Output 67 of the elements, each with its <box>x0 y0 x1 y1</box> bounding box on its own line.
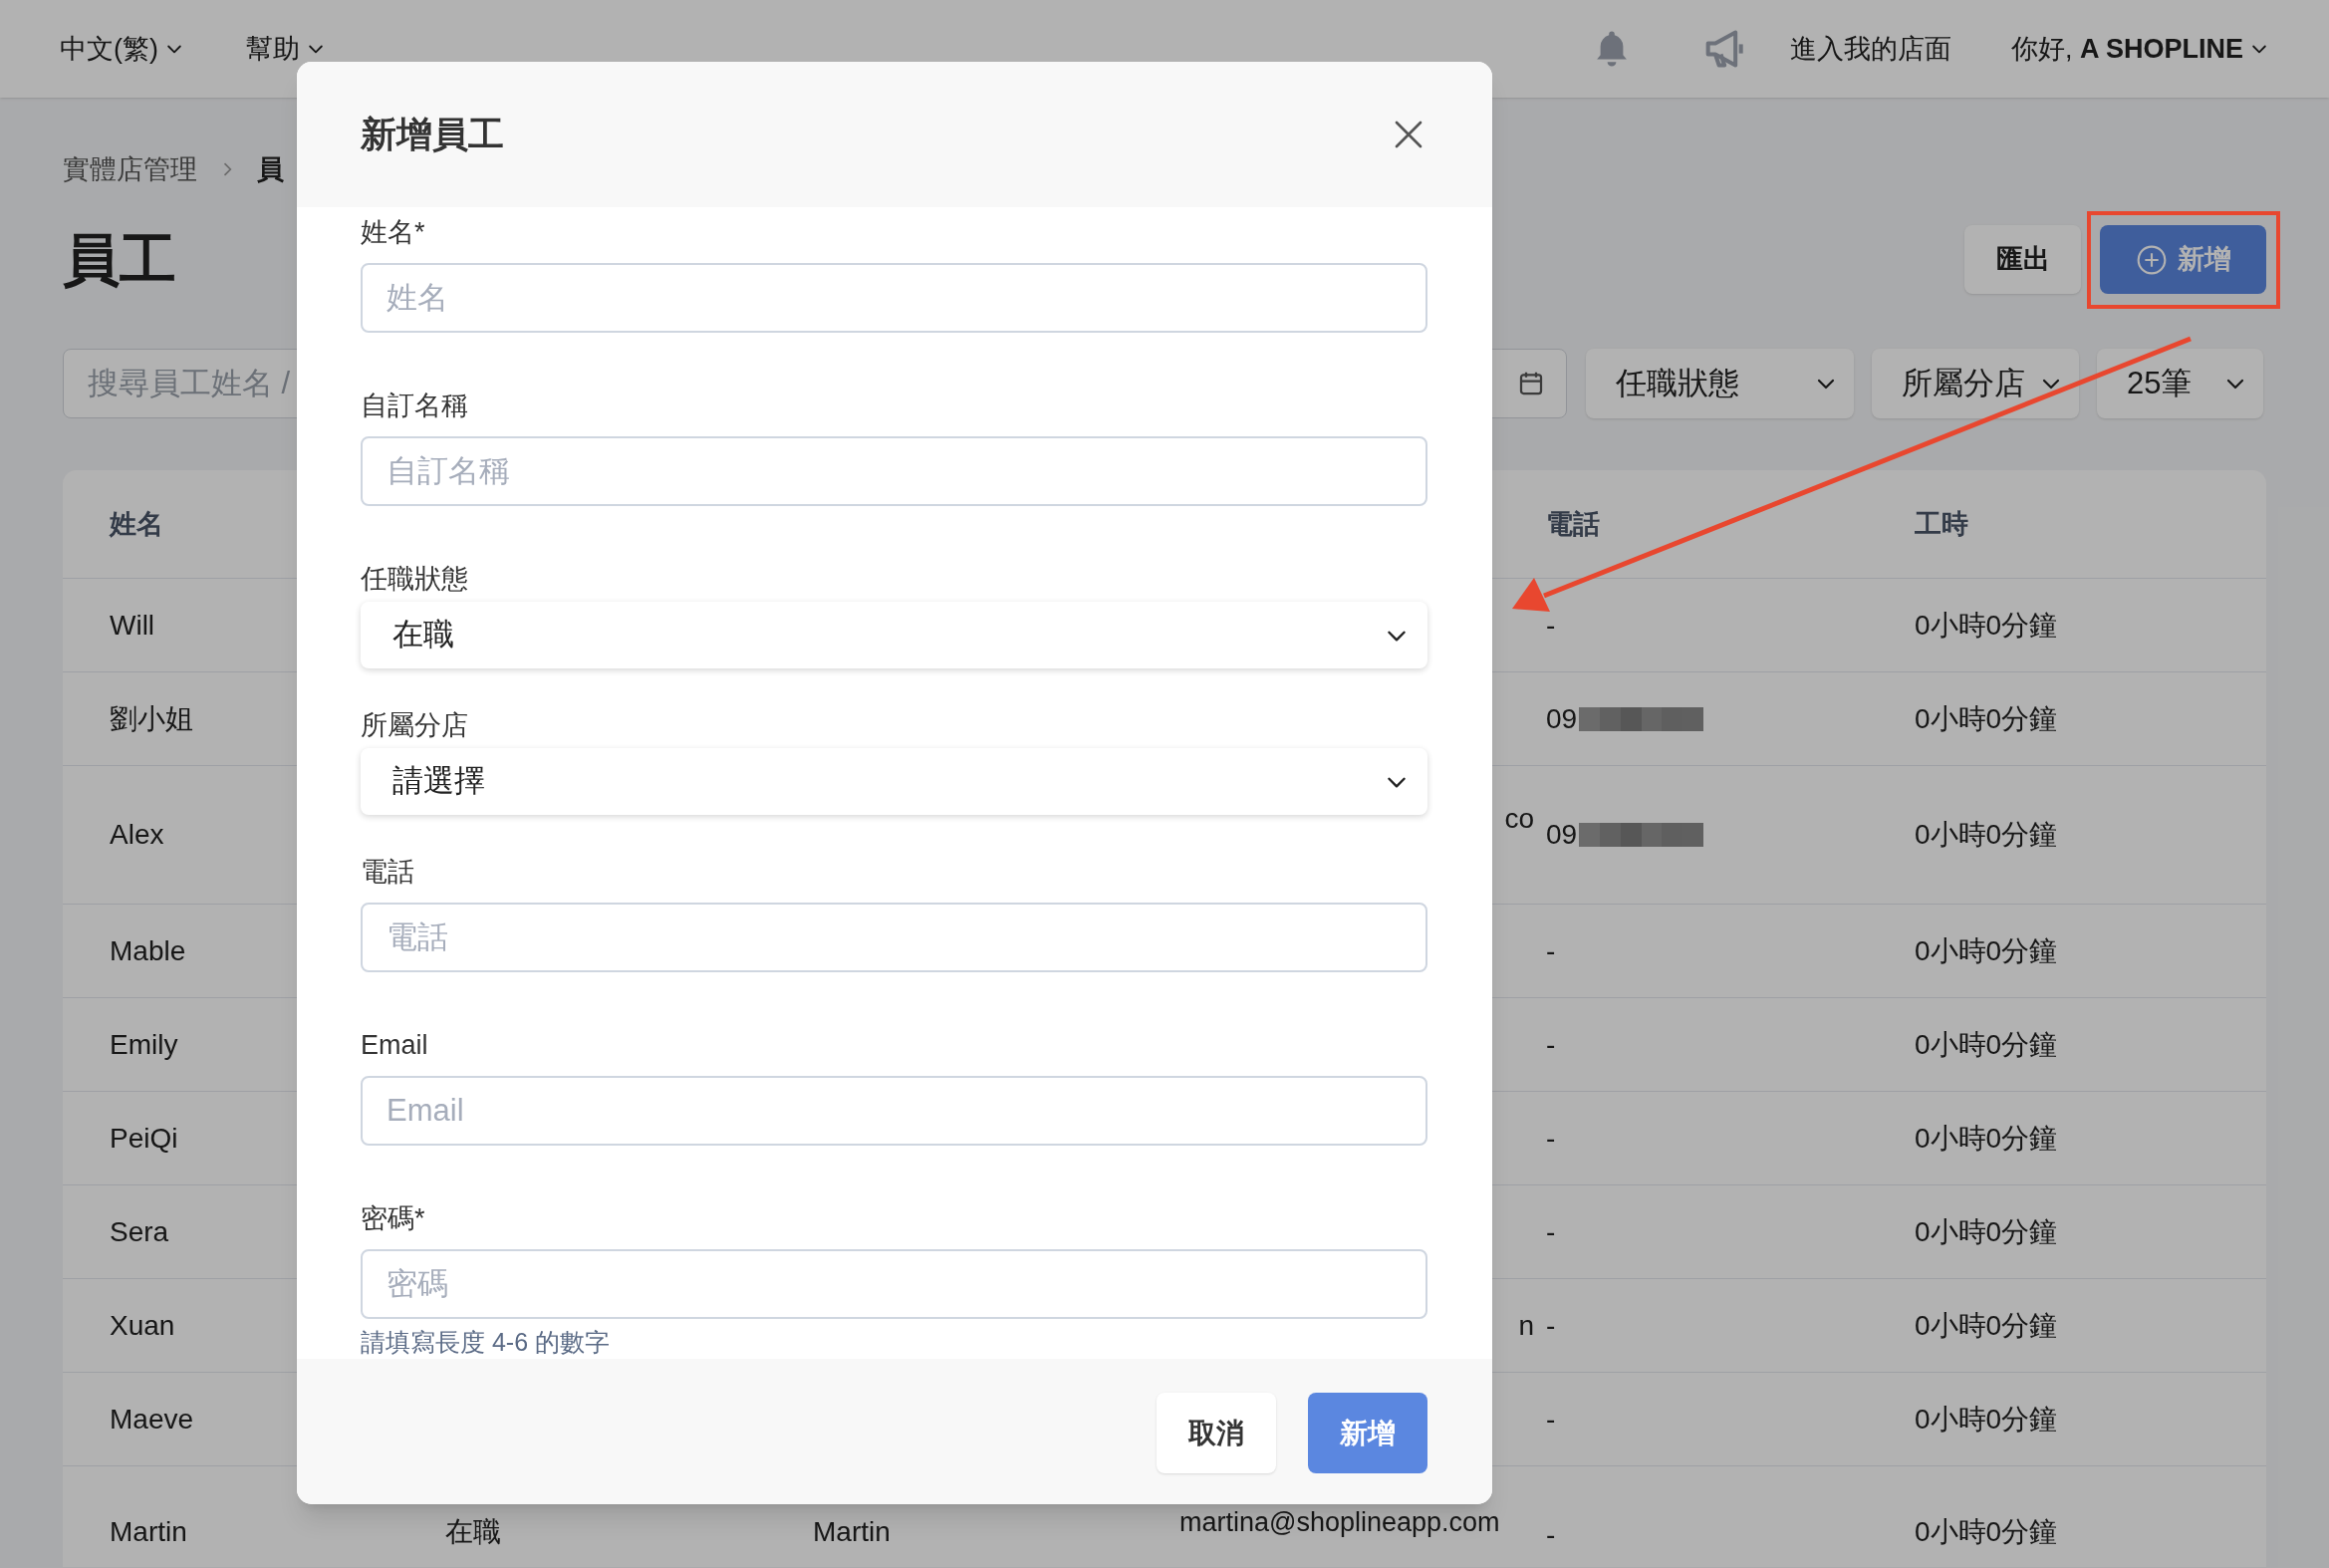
breadcrumb-item[interactable]: 實體店管理 <box>63 148 197 190</box>
table-cell-text: - <box>1546 1121 1556 1156</box>
table-cell-text: - <box>1546 1402 1556 1437</box>
table-cell-text: - <box>1546 608 1556 643</box>
account-menu[interactable]: 你好, A SHOPLINE <box>2010 28 2269 70</box>
filter-dropdown[interactable]: 25筆 <box>2097 349 2263 418</box>
plus-circle-icon <box>2135 243 2168 276</box>
table-cell-text: 0小時0分鐘 <box>1915 1402 2058 1437</box>
select-dropdown[interactable]: 在職 <box>361 602 1427 668</box>
table-cell-text: - <box>1546 1518 1556 1552</box>
table-cell-text: n <box>1518 1308 1534 1343</box>
input-field[interactable]: Email <box>361 1076 1427 1146</box>
input-field[interactable]: 自訂名稱 <box>361 436 1427 506</box>
table-cell-text: 0小時0分鐘 <box>1915 608 2058 643</box>
table-cell-text: Alex <box>110 818 164 852</box>
column-header: 工時 <box>1915 507 1969 541</box>
table-cell-text: Xuan <box>110 1308 175 1343</box>
table-cell-text: 0小時0分鐘 <box>1915 1515 2058 1549</box>
table-cell-text: - <box>1546 1027 1556 1062</box>
filter-dropdown[interactable]: 任職狀態 <box>1586 349 1854 418</box>
input-field[interactable]: 電話 <box>361 903 1427 972</box>
table-cell-text: 0小時0分鐘 <box>1915 1027 2058 1062</box>
input-field[interactable]: 密碼 <box>361 1249 1427 1319</box>
table-cell-text: 在職 <box>445 1515 501 1549</box>
submit-button[interactable]: 新增 <box>1308 1393 1427 1473</box>
table-cell-text: - <box>1546 1308 1556 1343</box>
table-cell-text: 0小時0分鐘 <box>1915 1308 2058 1343</box>
table-cell-text: 0小時0分鐘 <box>1915 933 2058 968</box>
field-label: 任職狀態 <box>361 563 469 596</box>
table-cell-text: PeiQi <box>110 1121 178 1156</box>
breadcrumb-item: 員 <box>257 152 284 186</box>
field-label: 自訂名稱 <box>361 390 469 422</box>
field-label: Email <box>361 1029 429 1062</box>
table-cell-text: 劉小姐 <box>110 701 193 736</box>
dialog-title: 新增員工 <box>361 113 504 156</box>
input-field[interactable]: 姓名 <box>361 263 1427 333</box>
table-cell-text: Martin <box>813 1515 891 1549</box>
table-cell-text: Maeve <box>110 1402 194 1437</box>
column-header: 電話 <box>1546 507 1601 541</box>
table-cell-text: Will <box>110 608 155 643</box>
helper-text: 請填寫長度 4-6 的數字 <box>361 1327 612 1358</box>
field-label: 密碼* <box>361 1202 426 1235</box>
table-cell-text: Martin <box>110 1515 187 1549</box>
page-title: 員工 <box>63 225 176 293</box>
table-cell: martina@shoplineapp.com <box>1179 1507 1500 1537</box>
table-cell-text: co <box>1504 802 1534 836</box>
table-cell-text: Emily <box>110 1027 178 1062</box>
filter-dropdown[interactable]: 所屬分店 <box>1872 349 2079 418</box>
table-cell-text: 0小時0分鐘 <box>1915 818 2058 852</box>
table-cell-text: 09 <box>1546 701 1578 736</box>
field-label: 姓名* <box>361 216 426 249</box>
table-cell-text: - <box>1546 1214 1556 1249</box>
table-cell-text: - <box>1546 933 1556 968</box>
table-cell-text: 0小時0分鐘 <box>1915 701 2058 736</box>
language-menu[interactable]: 中文(繁) <box>60 28 184 70</box>
table-cell-text: 0小時0分鐘 <box>1915 1214 2058 1249</box>
cancel-button[interactable]: 取消 <box>1157 1393 1276 1473</box>
export-button[interactable]: 匯出 <box>1964 225 2081 294</box>
table-cell-text: 09 <box>1546 818 1578 852</box>
table-cell-text: Mable <box>110 933 186 968</box>
field-label: 所屬分店 <box>361 709 469 742</box>
column-header: 姓名 <box>110 507 164 541</box>
field-label: 電話 <box>361 856 415 889</box>
select-dropdown[interactable]: 請選擇 <box>361 748 1427 815</box>
table-cell-text: Sera <box>110 1214 169 1249</box>
store-link[interactable]: 進入我的店面 <box>1789 28 1951 70</box>
table-cell-text: 0小時0分鐘 <box>1915 1121 2058 1156</box>
